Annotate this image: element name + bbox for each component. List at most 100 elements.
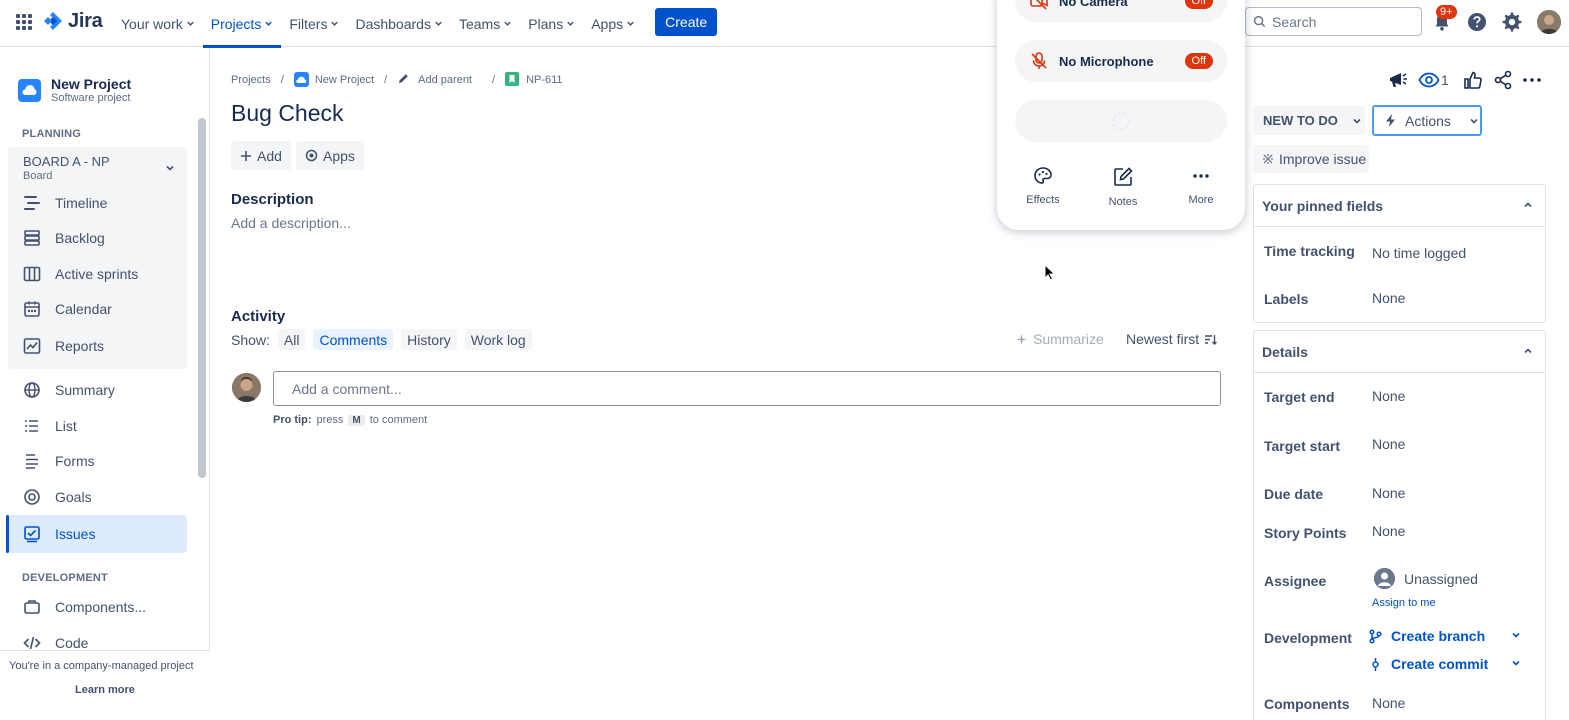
target-end-value[interactable]: None	[1372, 388, 1405, 404]
breadcrumb: Projects / New Project / Add parent / NP…	[231, 72, 563, 87]
pinned-fields-header[interactable]: Your pinned fields	[1254, 185, 1545, 227]
field-label: Time tracking	[1264, 243, 1355, 259]
nav-teams[interactable]: Teams	[451, 0, 520, 47]
assignee-value[interactable]: Unassigned	[1374, 568, 1478, 589]
details-header[interactable]: Details	[1254, 331, 1545, 373]
jira-logo[interactable]: Jira	[43, 10, 103, 33]
camera-toggle[interactable]: No Camera Off	[1015, 0, 1227, 22]
settings-gear-icon[interactable]	[1501, 11, 1523, 33]
improve-issue-button[interactable]: Improve issue	[1253, 145, 1369, 173]
time-tracking-value[interactable]: No time logged	[1372, 245, 1466, 261]
sidebar-item-active-sprints[interactable]: Active sprints	[22, 264, 138, 284]
components-value[interactable]: None	[1372, 695, 1405, 711]
story-points-value[interactable]: None	[1372, 523, 1405, 539]
sidebar-item-label: Timeline	[55, 195, 108, 211]
summarize-button[interactable]: Summarize	[1015, 331, 1104, 347]
breadcrumb-project[interactable]: New Project	[315, 74, 374, 86]
nav-your-work[interactable]: Your work	[113, 0, 203, 47]
app-switcher-icon[interactable]	[14, 12, 34, 32]
search-icon	[1253, 15, 1266, 28]
goals-icon	[22, 487, 42, 507]
notes-button[interactable]: Notes	[1093, 166, 1153, 208]
status-label: NEW TO DO	[1263, 113, 1338, 128]
thumbs-up-icon[interactable]	[1463, 70, 1483, 90]
breadcrumb-separator: /	[492, 73, 496, 86]
project-header[interactable]: New Project Software project	[18, 76, 131, 104]
filter-work-log[interactable]: Work log	[464, 329, 532, 350]
project-type: Software project	[51, 92, 131, 104]
target-start-value[interactable]: None	[1372, 436, 1405, 452]
watch-eye-icon[interactable]	[1418, 70, 1440, 90]
sidebar-scrollbar[interactable]	[198, 118, 206, 478]
due-date-value[interactable]: None	[1372, 485, 1405, 501]
commenter-avatar	[232, 373, 261, 402]
issues-icon	[22, 524, 42, 544]
search-box[interactable]	[1245, 7, 1422, 36]
components-icon	[22, 597, 42, 617]
add-parent-link[interactable]: Add parent	[418, 74, 472, 86]
sidebar-item-issues[interactable]: Issues	[8, 515, 187, 553]
sidebar-item-calendar[interactable]: Calendar	[22, 299, 112, 319]
nav-plans[interactable]: Plans	[520, 0, 583, 47]
description-field[interactable]: Add a description...	[231, 215, 351, 231]
create-commit-link[interactable]: Create commit	[1368, 656, 1488, 672]
nav-projects[interactable]: Projects	[202, 0, 282, 48]
sidebar-item-forms[interactable]: Forms	[22, 451, 95, 471]
actions-dropdown[interactable]: Actions	[1372, 105, 1482, 136]
create-branch-link[interactable]: Create branch	[1368, 628, 1485, 644]
create-button[interactable]: Create	[655, 8, 718, 36]
sidebar-item-summary[interactable]: Summary	[22, 380, 115, 400]
share-icon[interactable]	[1493, 70, 1513, 90]
nav-filters[interactable]: Filters	[281, 0, 347, 47]
apps-button[interactable]: Apps	[296, 141, 364, 170]
nav-label: Your work	[121, 15, 183, 32]
breadcrumb-projects[interactable]: Projects	[231, 74, 271, 86]
board-title[interactable]: BOARD A - NP	[23, 154, 110, 169]
project-sidebar: New Project Software project PLANNING BO…	[0, 48, 210, 720]
sort-order-button[interactable]: Newest first	[1126, 331, 1218, 347]
effects-button[interactable]: Effects	[1013, 166, 1073, 206]
assign-to-me-link[interactable]: Assign to me	[1372, 597, 1436, 609]
chevron-down-icon[interactable]	[165, 163, 175, 173]
field-label: Story Points	[1264, 525, 1347, 541]
announcement-icon[interactable]	[1387, 70, 1409, 90]
sidebar-item-list[interactable]: List	[22, 416, 77, 436]
sidebar-item-timeline[interactable]: Timeline	[22, 193, 107, 213]
pinned-heading: Your pinned fields	[1262, 197, 1384, 214]
sidebar-item-components[interactable]: Components...	[22, 597, 146, 617]
globe-icon	[22, 380, 42, 400]
nav-apps[interactable]: Apps	[583, 0, 643, 47]
labels-value[interactable]: None	[1372, 290, 1405, 306]
microphone-state: Off	[1184, 53, 1213, 69]
unassigned-avatar-icon	[1374, 568, 1395, 589]
filter-comments[interactable]: Comments	[313, 329, 394, 350]
chevron-down-icon[interactable]	[1511, 658, 1521, 668]
activity-heading: Activity	[231, 308, 286, 325]
nav-label: Dashboards	[355, 15, 431, 32]
nav-label: Plans	[528, 15, 564, 32]
filter-history[interactable]: History	[401, 329, 457, 350]
assignee-name: Unassigned	[1404, 570, 1478, 587]
chevron-up-icon	[1524, 348, 1532, 354]
status-dropdown[interactable]: NEW TO DO	[1253, 106, 1365, 135]
issue-title[interactable]: Bug Check	[231, 100, 344, 127]
help-icon[interactable]	[1466, 11, 1488, 33]
comment-input[interactable]	[273, 371, 1221, 406]
nav-dashboards[interactable]: Dashboards	[347, 0, 451, 47]
user-avatar[interactable]	[1537, 10, 1561, 34]
sidebar-item-goals[interactable]: Goals	[22, 487, 92, 507]
sidebar-item-backlog[interactable]: Backlog	[22, 228, 105, 248]
issue-key[interactable]: NP-611	[526, 74, 562, 86]
sort-label: Newest first	[1126, 331, 1200, 347]
more-button[interactable]: More	[1171, 166, 1231, 206]
microphone-toggle[interactable]: No Microphone Off	[1015, 40, 1227, 82]
more-actions-icon[interactable]	[1522, 70, 1542, 90]
learn-more-link[interactable]: Learn more	[75, 684, 135, 696]
filter-all[interactable]: All	[277, 329, 306, 350]
jira-logo-text: Jira	[68, 10, 103, 32]
chevron-down-icon[interactable]	[1511, 630, 1521, 640]
add-button[interactable]: Add	[231, 141, 291, 170]
sidebar-item-label: Summary	[55, 382, 115, 398]
sidebar-item-reports[interactable]: Reports	[22, 336, 104, 356]
search-input[interactable]	[1272, 13, 1412, 30]
